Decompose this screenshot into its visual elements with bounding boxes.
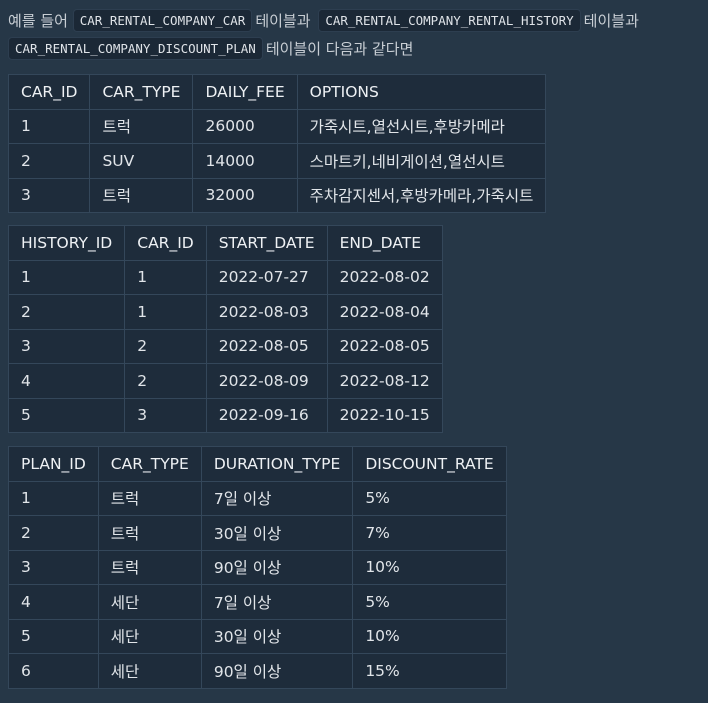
rental-history-table: HISTORY_ID CAR_ID START_DATE END_DATE 1 … (7, 225, 443, 433)
table-cell: 트럭 (97, 549, 202, 585)
table-cell: 트럭 (97, 515, 202, 551)
table-cell: 1 (8, 480, 99, 516)
intro-suffix: 테이블이 다음과 같다면 (265, 40, 414, 58)
table-cell: 7일 이상 (200, 480, 354, 516)
table-cell: 15% (352, 653, 507, 689)
table-cell: 2 (7, 294, 126, 330)
table-row: 6 세단 90일 이상 15% (8, 653, 507, 689)
table-cell: 2022-08-09 (205, 363, 328, 399)
table-cell: 2 (124, 328, 207, 364)
table-cell: 26000 (192, 108, 298, 144)
table-cell: 14000 (192, 143, 298, 179)
table-cell: 4 (7, 363, 126, 399)
table-row: 1 트럭 7일 이상 5% (8, 480, 507, 516)
table-cell: 1 (124, 259, 207, 295)
table-row: 4 세단 7일 이상 5% (8, 584, 507, 620)
code-rental-history-table: CAR_RENTAL_COMPANY_RENTAL_HISTORY (318, 9, 581, 32)
table-cell: 90일 이상 (200, 653, 354, 689)
table-cell: 2022-07-27 (205, 259, 328, 295)
table-cell: 세단 (97, 618, 202, 654)
table-row: 3 트럭 32000 주차감지센서,후방카메라,가죽시트 (7, 177, 547, 213)
table-cell: 트럭 (89, 177, 194, 213)
table-row: 4 2 2022-08-09 2022-08-12 (7, 363, 443, 399)
code-discount-plan-table: CAR_RENTAL_COMPANY_DISCOUNT_PLAN (8, 37, 263, 60)
header-cell: PLAN_ID (8, 446, 99, 482)
header-cell: CAR_ID (124, 225, 207, 261)
table-row: 3 트럭 90일 이상 10% (8, 549, 507, 585)
table-cell: 트럭 (97, 480, 202, 516)
table-row: 1 트럭 26000 가죽시트,열선시트,후방카메라 (7, 108, 547, 144)
table-cell: 2022-08-05 (326, 328, 443, 364)
table-cell: 2022-08-12 (326, 363, 443, 399)
table-row: 5 3 2022-09-16 2022-10-15 (7, 397, 443, 433)
car-table: CAR_ID CAR_TYPE DAILY_FEE OPTIONS 1 트럭 2… (7, 74, 547, 213)
table-cell: 2022-08-03 (205, 294, 328, 330)
table-cell: 1 (124, 294, 207, 330)
intro-line-1: 예를 들어 CAR_RENTAL_COMPANY_CAR 테이블과 CAR_REN… (8, 7, 708, 35)
header-cell: DISCOUNT_RATE (352, 446, 507, 482)
table-cell: 2 (124, 363, 207, 399)
intro-line-2: CAR_RENTAL_COMPANY_DISCOUNT_PLAN 테이블이 다음과… (8, 35, 708, 63)
table-cell: 트럭 (89, 108, 194, 144)
table-row: 2 1 2022-08-03 2022-08-04 (7, 294, 443, 330)
table-cell: 10% (352, 618, 507, 654)
intro-prefix: 예를 들어 (8, 12, 68, 30)
table-cell: 90일 이상 (200, 549, 354, 585)
table-cell: 4 (8, 584, 99, 620)
header-cell: OPTIONS (296, 74, 547, 110)
table-cell: 1 (7, 108, 91, 144)
table-cell: 30일 이상 (200, 618, 354, 654)
table-cell: 1 (7, 259, 126, 295)
intro-paragraph: 예를 들어 CAR_RENTAL_COMPANY_CAR 테이블과 CAR_REN… (8, 7, 708, 63)
table-cell: 10% (352, 549, 507, 585)
table-row: 5 세단 30일 이상 10% (8, 618, 507, 654)
header-cell: DURATION_TYPE (200, 446, 354, 482)
table-cell: 7일 이상 (200, 584, 354, 620)
table-cell: 3 (7, 328, 126, 364)
table-cell: 2022-08-02 (326, 259, 443, 295)
header-cell: START_DATE (205, 225, 328, 261)
discount-plan-table: PLAN_ID CAR_TYPE DURATION_TYPE DISCOUNT_… (8, 446, 507, 689)
table-cell: 5 (7, 397, 126, 433)
header-cell: CAR_ID (7, 74, 91, 110)
table-cell: 3 (8, 549, 99, 585)
code-car-table: CAR_RENTAL_COMPANY_CAR (72, 9, 253, 32)
table-row: 2 트럭 30일 이상 7% (8, 515, 507, 551)
table-row: 1 1 2022-07-27 2022-08-02 (7, 259, 443, 295)
table-header-row: HISTORY_ID CAR_ID START_DATE END_DATE (7, 225, 443, 261)
intro-mid-2: 테이블과 (583, 12, 639, 30)
table-header-row: PLAN_ID CAR_TYPE DURATION_TYPE DISCOUNT_… (8, 446, 507, 482)
table-cell: 2 (8, 515, 99, 551)
table-cell: 가죽시트,열선시트,후방카메라 (296, 108, 547, 144)
header-cell: END_DATE (326, 225, 443, 261)
table-cell: 3 (124, 397, 207, 433)
intro-mid-1: 테이블과 (255, 12, 311, 30)
table-cell: 5 (8, 618, 99, 654)
table-cell: 2022-10-15 (326, 397, 443, 433)
header-cell: DAILY_FEE (192, 74, 298, 110)
table-row: 2 SUV 14000 스마트키,네비게이션,열선시트 (7, 143, 547, 179)
table-header-row: CAR_ID CAR_TYPE DAILY_FEE OPTIONS (7, 74, 547, 110)
table-cell: 5% (352, 584, 507, 620)
table-cell: 세단 (97, 584, 202, 620)
table-cell: 30일 이상 (200, 515, 354, 551)
table-cell: 6 (8, 653, 99, 689)
table-cell: 2022-08-05 (205, 328, 328, 364)
header-cell: HISTORY_ID (7, 225, 126, 261)
table-cell: 32000 (192, 177, 298, 213)
table-cell: 7% (352, 515, 507, 551)
table-cell: 2 (7, 143, 91, 179)
table-cell: 2022-09-16 (205, 397, 328, 433)
header-cell: CAR_TYPE (89, 74, 194, 110)
table-cell: 2022-08-04 (326, 294, 443, 330)
table-cell: 5% (352, 480, 507, 516)
table-cell: 주차감지센서,후방카메라,가죽시트 (296, 177, 547, 213)
table-cell: 스마트키,네비게이션,열선시트 (296, 143, 547, 179)
table-cell: 세단 (97, 653, 202, 689)
table-cell: SUV (89, 143, 194, 179)
table-cell: 3 (7, 177, 91, 213)
header-cell: CAR_TYPE (97, 446, 202, 482)
table-row: 3 2 2022-08-05 2022-08-05 (7, 328, 443, 364)
